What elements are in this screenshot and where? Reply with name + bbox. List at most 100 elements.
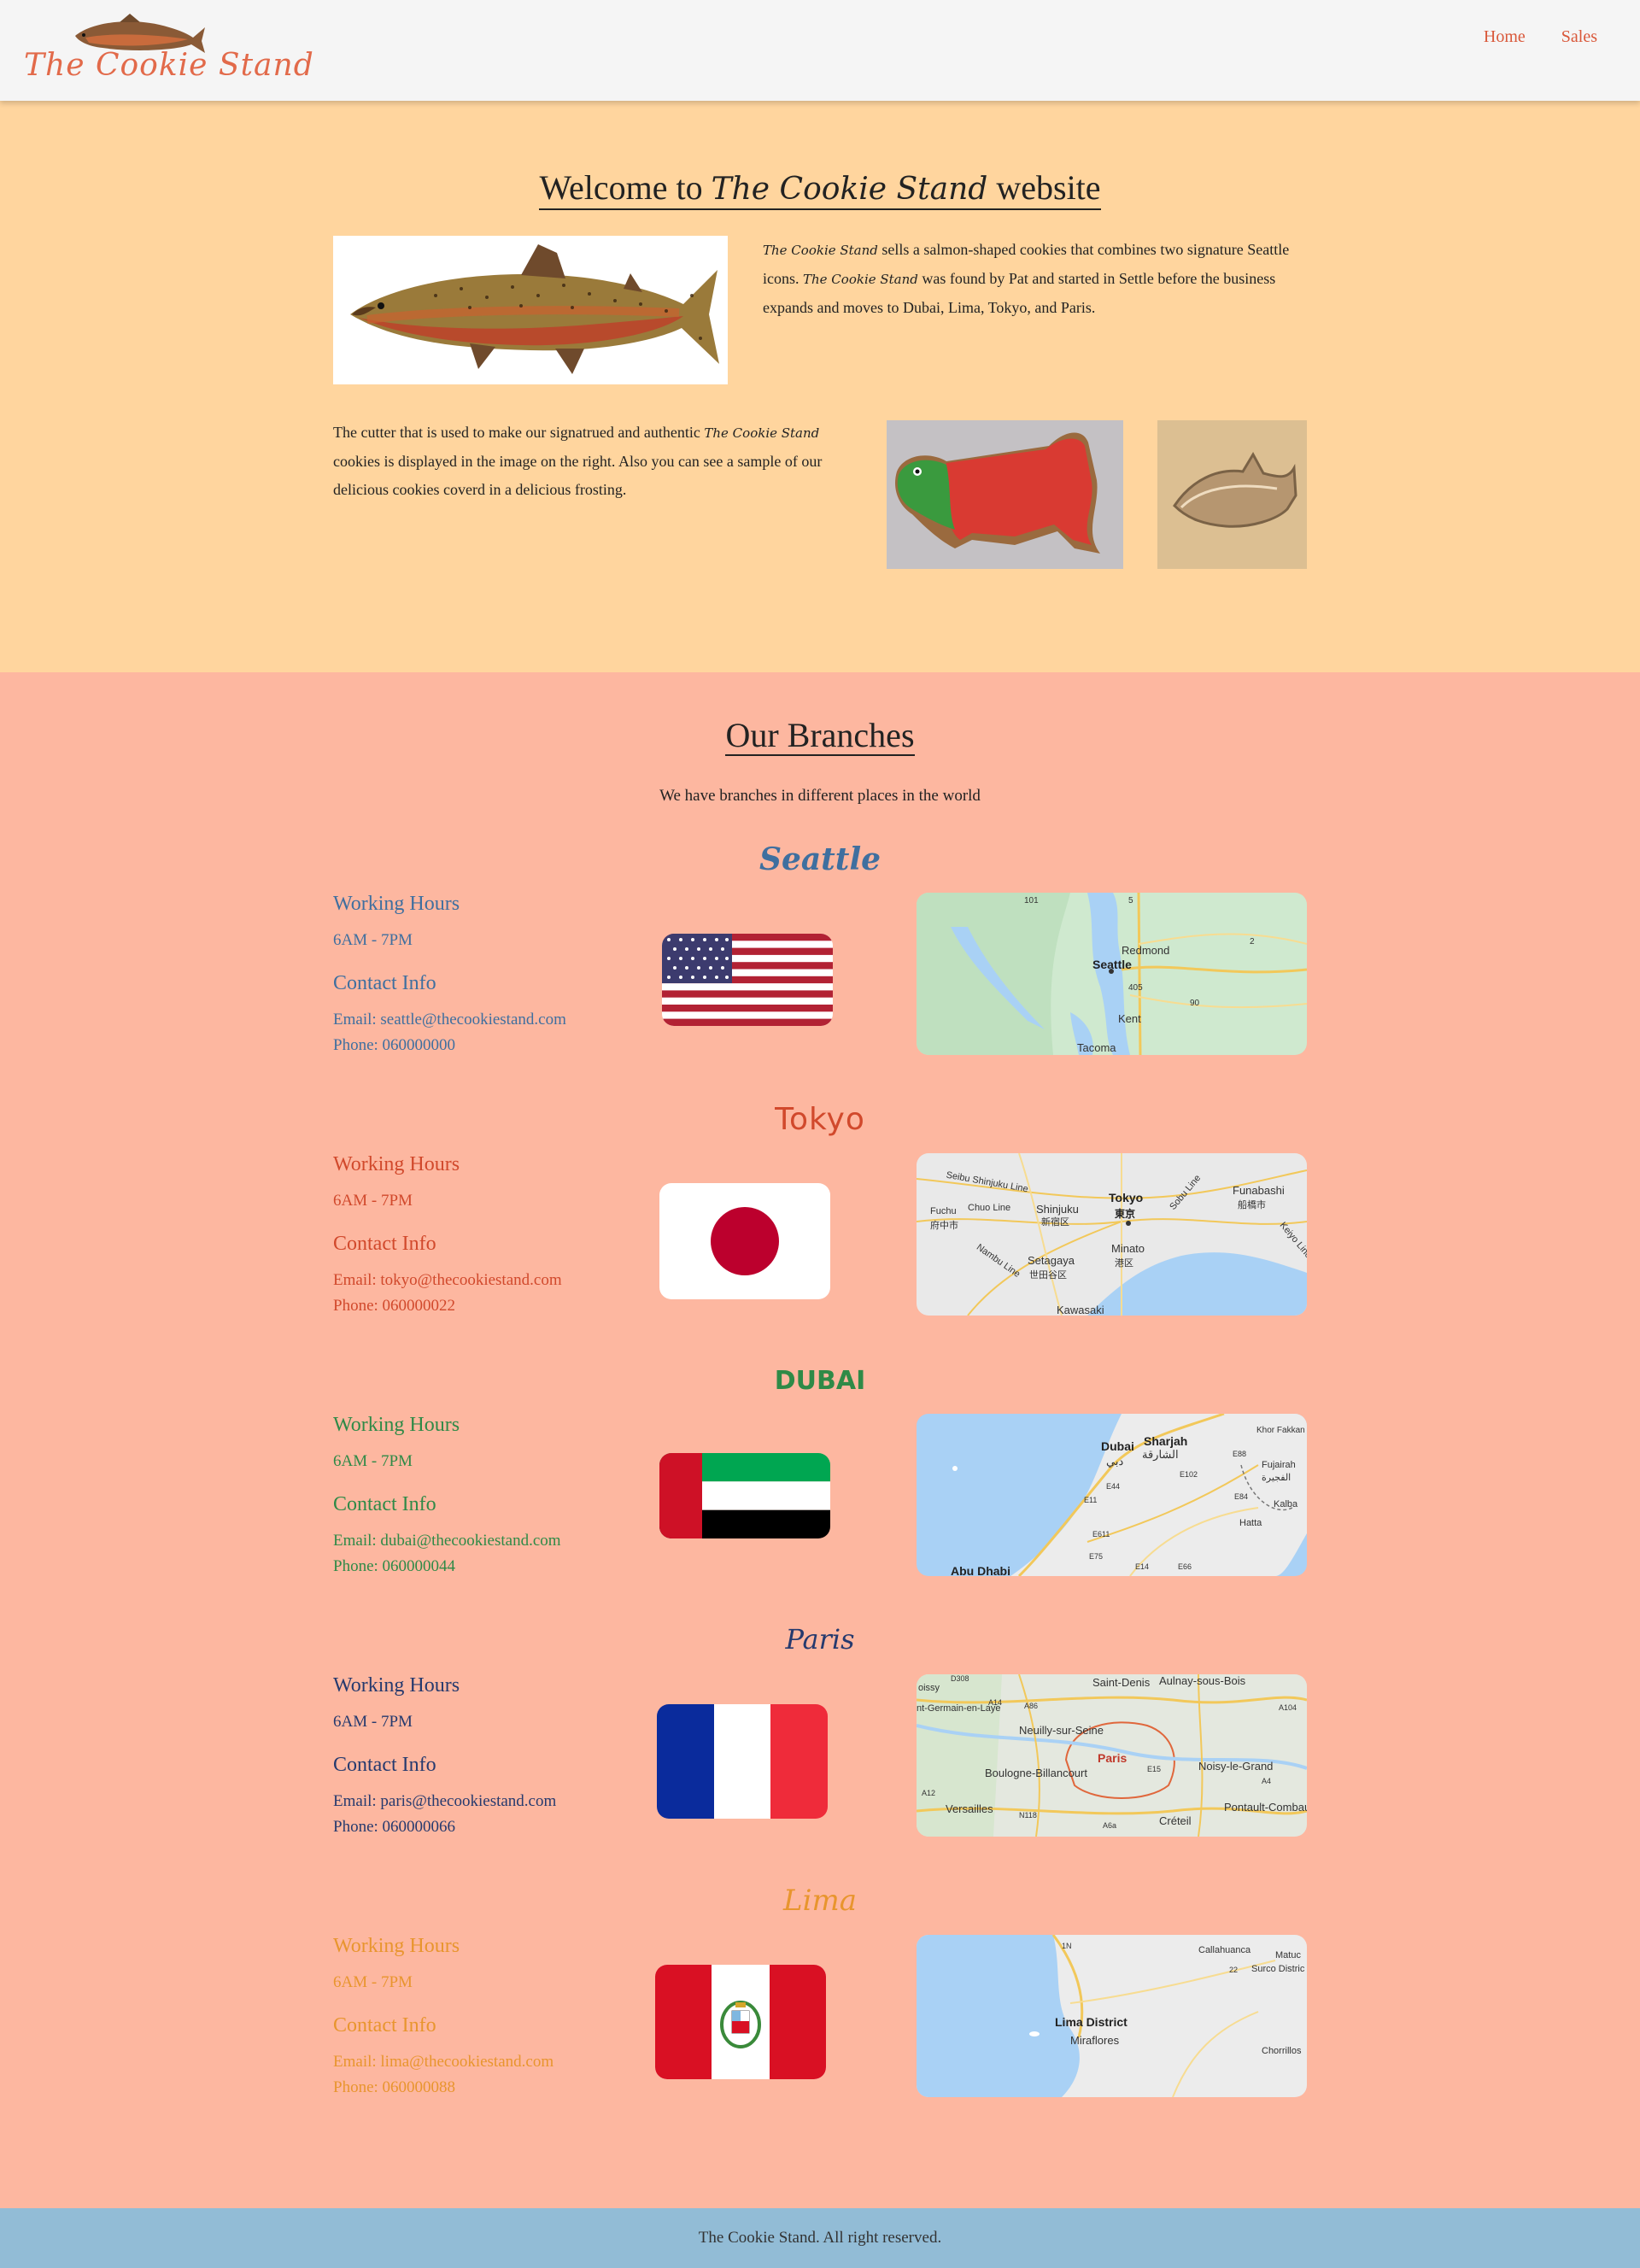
contact-phone[interactable]: Phone: 060000022 — [333, 1293, 562, 1319]
map-label: Surco Distric — [1251, 1964, 1305, 1974]
map-label: E611 — [1092, 1530, 1110, 1538]
map-label: E66 — [1178, 1562, 1192, 1571]
contact-phone[interactable]: Phone: 060000088 — [333, 2075, 554, 2101]
japan-flag-icon — [659, 1183, 830, 1299]
map-label: Minato — [1111, 1242, 1145, 1255]
working-hours-value: 6AM - 7PM — [333, 1713, 413, 1731]
cutter-text-1: The cutter that is used to make our sign… — [333, 424, 705, 441]
salmon-image — [333, 236, 728, 384]
intro-brand-2: The Cookie Stand — [803, 272, 918, 287]
branches-title: Our Branches — [0, 715, 1640, 756]
nav-home-link[interactable]: Home — [1484, 27, 1526, 47]
map-label: Neuilly-sur-Seine — [1019, 1724, 1104, 1737]
nav-sales-link[interactable]: Sales — [1561, 27, 1597, 47]
contact-email[interactable]: Email: seattle@thecookiestand.com — [333, 1007, 566, 1033]
branch-city-name: Paris — [785, 1623, 855, 1656]
contact-email[interactable]: Email: tokyo@thecookiestand.com — [333, 1268, 562, 1293]
map-label: 2 — [1250, 937, 1255, 946]
working-hours-heading: Working Hours — [333, 1935, 460, 1957]
map-label: E44 — [1106, 1482, 1121, 1491]
map-label: Paris — [1098, 1751, 1128, 1765]
peru-flag-icon — [655, 1965, 826, 2079]
map-label: E102 — [1180, 1470, 1198, 1479]
contact-email[interactable]: Email: paris@thecookiestand.com — [333, 1789, 556, 1814]
map-label: Fujairah — [1262, 1460, 1296, 1470]
main-nav: Home Sales — [1484, 27, 1597, 47]
map-label: 405 — [1128, 983, 1143, 993]
map-label: E15 — [1147, 1765, 1162, 1773]
working-hours-value: 6AM - 7PM — [333, 1452, 413, 1470]
branch-dubai: DUBAI Working Hours 6AM - 7PM Contact In… — [0, 1363, 1640, 1623]
map-label: Lima District — [1055, 2015, 1128, 2029]
map-label: nt-Germain-en-Laye — [917, 1703, 1001, 1714]
map-label: الفجيرة — [1262, 1473, 1292, 1483]
branch-city-name: Seattle — [758, 841, 882, 877]
branch-city-name: Tokyo — [775, 1102, 865, 1137]
branch-info: Working Hours 6AM - 7PM Contact Info Ema… — [333, 1935, 554, 2101]
map-label: N118 — [1019, 1811, 1037, 1820]
map-label: Kalba — [1274, 1499, 1298, 1509]
map-label: Abu Dhabi — [951, 1564, 1010, 1576]
map-label: Saint-Denis — [1092, 1676, 1151, 1689]
us-flag-icon — [662, 934, 833, 1026]
map-label: Pontault-Combault — [1224, 1801, 1307, 1814]
welcome-title-suffix: website — [996, 168, 1101, 207]
branch-paris: Paris Working Hours 6AM - 7PM Contact In… — [0, 1623, 1640, 1884]
welcome-title-prefix: Welcome to — [539, 168, 703, 207]
branch-lima: Lima Working Hours 6AM - 7PM Contact Inf… — [0, 1884, 1640, 2144]
frosted-cookie-image — [887, 420, 1123, 569]
map-label: Tokyo — [1109, 1191, 1144, 1204]
dubai-map[interactable]: Dubai دبي Sharjah الشارقة Khor Fakkan Fu… — [917, 1414, 1307, 1576]
contact-email[interactable]: Email: dubai@thecookiestand.com — [333, 1528, 561, 1554]
map-label: 90 — [1190, 999, 1200, 1008]
site-footer: The Cookie Stand. All right reserved. — [0, 2208, 1640, 2268]
map-label: Aulnay-sous-Bois — [1159, 1674, 1246, 1687]
working-hours-value: 6AM - 7PM — [333, 1973, 413, 1991]
map-label: 府中市 — [930, 1221, 958, 1231]
branch-info: Working Hours 6AM - 7PM Contact Info Ema… — [333, 893, 566, 1058]
contact-phone[interactable]: Phone: 060000000 — [333, 1033, 566, 1058]
welcome-title-brand: The Cookie Stand — [711, 172, 988, 207]
map-label: Boulogne-Billancourt — [985, 1767, 1087, 1779]
map-label: Tacoma — [1077, 1041, 1116, 1054]
branch-tokyo: Tokyo Working Hours 6AM - 7PM Contact In… — [0, 1102, 1640, 1363]
map-label: Kawasaki — [1057, 1304, 1104, 1316]
map-label: A12 — [922, 1789, 936, 1797]
intro-brand: The Cookie Stand — [763, 243, 878, 258]
lima-map[interactable]: 1N 22 Callahuanca Matuc Surco Distric Li… — [917, 1935, 1307, 2097]
map-label: Fuchu — [930, 1206, 957, 1216]
branch-info: Working Hours 6AM - 7PM Contact Info Ema… — [333, 1153, 562, 1319]
contact-info-heading: Contact Info — [333, 1754, 436, 1776]
uae-flag-icon — [659, 1453, 830, 1538]
map-label: Versailles — [946, 1802, 993, 1815]
map-label: A86 — [1024, 1702, 1039, 1710]
contact-info-heading: Contact Info — [333, 972, 436, 994]
site-logo[interactable]: The Cookie Stand — [24, 10, 313, 87]
contact-email[interactable]: Email: lima@thecookiestand.com — [333, 2049, 554, 2075]
map-label: Kent — [1118, 1012, 1141, 1025]
paris-map[interactable]: oissy D308 A14 A86 A104 A12 N118 A6a E15… — [917, 1674, 1307, 1837]
map-label: A104 — [1279, 1703, 1297, 1712]
branch-city-name: Lima — [783, 1884, 857, 1918]
contact-phone[interactable]: Phone: 060000066 — [333, 1814, 556, 1840]
map-label: E84 — [1234, 1492, 1249, 1501]
tokyo-map[interactable]: Seibu Shinjuku Line Chuo Line Fuchu 府中市 … — [917, 1153, 1307, 1316]
contact-phone[interactable]: Phone: 060000044 — [333, 1554, 561, 1579]
map-label: Redmond — [1122, 944, 1170, 957]
map-label: Dubai — [1101, 1439, 1134, 1453]
map-label: oissy — [918, 1683, 940, 1693]
map-label: 世田谷区 — [1029, 1270, 1067, 1281]
intro-paragraph: The Cookie Stand sells a salmon-shaped c… — [763, 236, 1318, 322]
map-label: 101 — [1024, 896, 1039, 905]
map-label: Callahuanca — [1198, 1945, 1251, 1955]
working-hours-heading: Working Hours — [333, 1674, 460, 1697]
cutter-text-2: cookies is displayed in the image on the… — [333, 453, 823, 498]
branches-section: Our Branches We have branches in differe… — [0, 672, 1640, 2208]
map-label: الشارقة — [1142, 1448, 1179, 1461]
branches-title-text: Our Branches — [725, 716, 915, 756]
map-label: 船橋市 — [1238, 1200, 1266, 1210]
seattle-map[interactable]: 101 5 2 Seattle Redmond 405 90 Kent Taco… — [917, 893, 1307, 1055]
map-label: 22 — [1229, 1966, 1239, 1974]
welcome-section: Welcome to The Cookie Stand website The … — [0, 101, 1640, 672]
france-flag-icon — [657, 1704, 828, 1819]
